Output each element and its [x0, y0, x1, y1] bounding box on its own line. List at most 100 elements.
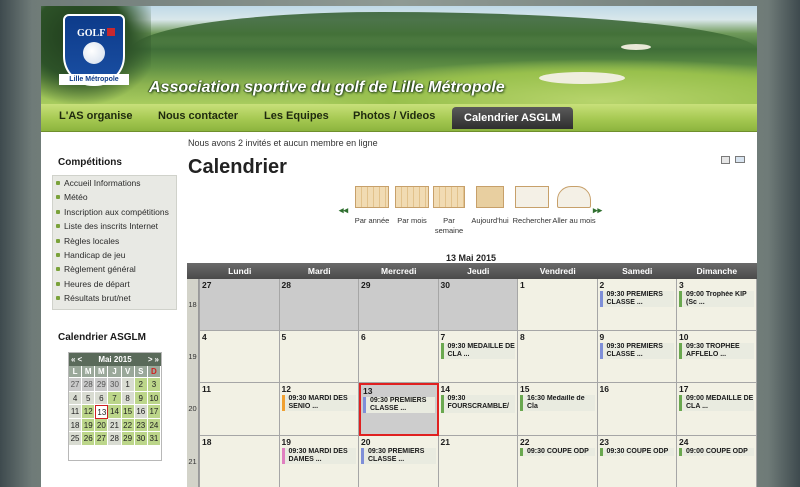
mini-day[interactable]: 8: [121, 391, 135, 405]
calendar-day[interactable]: 12 09:30 MARDI DES SENIO ...: [279, 383, 359, 436]
calendar-day[interactable]: 16: [597, 383, 677, 436]
next-month-button[interactable]: >: [148, 355, 153, 364]
calendar-day[interactable]: 19 09:30 MARDI DES DAMES ...: [279, 435, 359, 487]
day-number[interactable]: 6: [361, 332, 366, 342]
day-number[interactable]: 30: [441, 280, 450, 290]
day-number[interactable]: 23: [600, 437, 609, 447]
mini-day[interactable]: 30: [134, 432, 148, 446]
calendar-day[interactable]: 10 09:30 TROPHEE AFFLELO ...: [677, 331, 757, 384]
calendar-day[interactable]: 23 09:30 COUPE ODP: [597, 435, 677, 487]
calendar-day[interactable]: 3 09:00 Trophée KIP (Sc ...: [677, 279, 757, 332]
sidebar-item-inscription[interactable]: Inscription aux compétitions: [53, 205, 176, 219]
day-number[interactable]: 2: [600, 280, 605, 290]
mini-day[interactable]: 18: [69, 418, 83, 432]
view-aller-au-mois-button[interactable]: Aller au mois: [551, 186, 597, 226]
sidebar-item-resultats[interactable]: Résultats brut/net: [53, 291, 176, 305]
week-number[interactable]: 20: [187, 383, 199, 436]
day-number[interactable]: 19: [282, 437, 291, 447]
day-number[interactable]: 10: [679, 332, 688, 342]
mini-day[interactable]: 3: [147, 378, 161, 392]
prev-month-button[interactable]: <: [77, 355, 82, 364]
calendar-event[interactable]: 09:30 PREMIERS CLASSE ...: [361, 447, 436, 464]
day-number[interactable]: 22: [520, 437, 529, 447]
sidebar-item-handicap[interactable]: Handicap de jeu: [53, 248, 176, 262]
mini-day[interactable]: 30: [108, 378, 122, 392]
calendar-event[interactable]: 16:30 Medaille de Cla: [520, 395, 595, 412]
calendar-day[interactable]: 1: [518, 279, 598, 332]
calendar-event[interactable]: 09:30 COUPE ODP: [599, 447, 674, 456]
day-number[interactable]: 3: [679, 280, 684, 290]
calendar-event[interactable]: 09:00 Trophée KIP (Sc ...: [679, 291, 754, 307]
sidebar-item-liste-inscrits[interactable]: Liste des inscrits Internet: [53, 219, 176, 233]
calendar-day[interactable]: 2 09:30 PREMIERS CLASSE ...: [597, 279, 677, 332]
mini-day[interactable]: 26: [82, 432, 96, 446]
nav-item-calendrier-asglm[interactable]: Calendrier ASGLM: [452, 107, 573, 129]
week-number[interactable]: 19: [187, 331, 199, 384]
sidebar-item-heures-depart[interactable]: Heures de départ: [53, 277, 176, 291]
calendar-day[interactable]: 11: [200, 383, 280, 436]
calendar-day[interactable]: 28: [279, 279, 359, 332]
next-year-button[interactable]: »: [155, 355, 159, 364]
view-aujourdhui-button[interactable]: Aujourd'hui: [467, 186, 513, 226]
day-number[interactable]: 17: [679, 384, 688, 394]
week-number[interactable]: 21: [187, 435, 199, 487]
mini-day[interactable]: 21: [108, 418, 122, 432]
calendar-event[interactable]: 09:30 COUPE ODP: [520, 447, 595, 456]
mini-day-today[interactable]: 13: [95, 405, 109, 419]
sidebar-item-meteo[interactable]: Météo: [53, 190, 176, 204]
day-number[interactable]: 4: [202, 332, 207, 342]
day-number[interactable]: 15: [520, 384, 529, 394]
mini-day[interactable]: 28: [108, 432, 122, 446]
calendar-day[interactable]: 8: [518, 331, 598, 384]
day-number[interactable]: 9: [600, 332, 605, 342]
day-number[interactable]: 8: [520, 332, 525, 342]
day-number[interactable]: 18: [202, 437, 211, 447]
calendar-day[interactable]: 18: [200, 435, 280, 487]
mini-day[interactable]: 9: [134, 391, 148, 405]
email-icon[interactable]: [735, 156, 745, 163]
mini-day[interactable]: 14: [108, 405, 122, 419]
mini-day[interactable]: 6: [95, 391, 109, 405]
nav-item-les-equipes[interactable]: Les Equipes: [264, 110, 329, 122]
day-number[interactable]: 16: [600, 384, 609, 394]
calendar-day[interactable]: 27: [200, 279, 280, 332]
mini-day[interactable]: 11: [69, 405, 83, 419]
calendar-day[interactable]: 7 09:30 MEDAILLE DE CLA ...: [438, 331, 518, 384]
mini-day[interactable]: 31: [147, 432, 161, 446]
mini-day[interactable]: 15: [121, 405, 135, 419]
calendar-day[interactable]: 30: [438, 279, 518, 332]
calendar-day[interactable]: 17 09:00 MEDAILLE DE CLA ...: [677, 383, 757, 436]
calendar-event[interactable]: 09:30 TROPHEE AFFLELO ...: [679, 343, 754, 360]
mini-day[interactable]: 17: [147, 405, 161, 419]
day-number[interactable]: 29: [361, 280, 370, 290]
print-icon[interactable]: [721, 156, 730, 164]
day-number[interactable]: 11: [202, 384, 211, 394]
view-rechercher-button[interactable]: Rechercher: [509, 186, 555, 226]
mini-day[interactable]: 23: [134, 418, 148, 432]
mini-day[interactable]: 22: [121, 418, 135, 432]
calendar-day[interactable]: 6: [359, 331, 439, 384]
calendar-event[interactable]: 09:00 COUPE ODP: [679, 447, 754, 456]
calendar-event[interactable]: 09:30 PREMIERS CLASSE ...: [599, 343, 674, 360]
mini-day[interactable]: 28: [82, 378, 96, 392]
mini-day[interactable]: 12: [82, 405, 96, 419]
sidebar-item-regles-locales[interactable]: Règles locales: [53, 234, 176, 248]
calendar-day[interactable]: 24 09:00 COUPE ODP: [677, 435, 757, 487]
day-number[interactable]: 21: [441, 437, 450, 447]
calendar-day-today[interactable]: 13 09:30 PREMIERS CLASSE ...: [359, 383, 439, 436]
mini-day[interactable]: 29: [121, 432, 135, 446]
calendar-day[interactable]: 4: [200, 331, 280, 384]
nav-item-as-organise[interactable]: L'AS organise: [59, 110, 133, 122]
week-number[interactable]: 18: [187, 279, 199, 332]
day-number[interactable]: 1: [520, 280, 525, 290]
day-number[interactable]: 24: [679, 437, 688, 447]
calendar-day[interactable]: 22 09:30 COUPE ODP: [518, 435, 598, 487]
calendar-day[interactable]: 15 16:30 Medaille de Cla: [518, 383, 598, 436]
calendar-event[interactable]: 09:30 PREMIERS CLASSE ...: [599, 291, 674, 307]
mini-day[interactable]: 16: [134, 405, 148, 419]
mini-day[interactable]: 19: [82, 418, 96, 432]
calendar-day[interactable]: 20 09:30 PREMIERS CLASSE ...: [359, 435, 439, 487]
day-number[interactable]: 20: [361, 437, 370, 447]
calendar-day[interactable]: 5: [279, 331, 359, 384]
day-number[interactable]: 12: [282, 384, 291, 394]
